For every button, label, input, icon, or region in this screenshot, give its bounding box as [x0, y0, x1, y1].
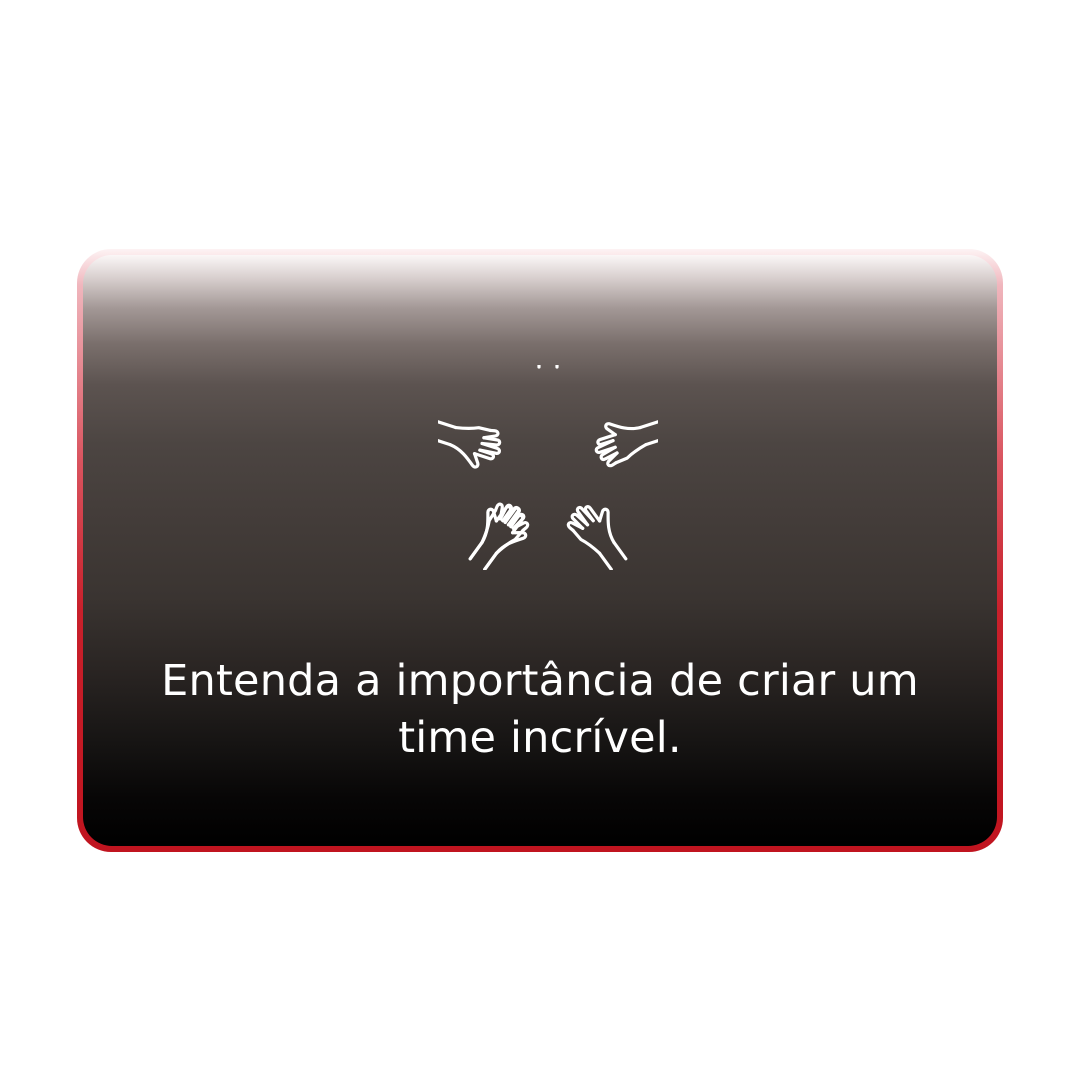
headline: Entenda a importância de criar um time i…	[123, 653, 957, 767]
card-frame: Entenda a importância de criar um time i…	[77, 249, 1003, 852]
headline-line-2: time incrível.	[398, 713, 682, 763]
team-hands-icon	[438, 365, 658, 570]
page-canvas: Entenda a importância de criar um time i…	[0, 0, 1080, 1080]
headline-line-1: Entenda a importância de criar um	[161, 656, 919, 706]
info-card: Entenda a importância de criar um time i…	[83, 255, 997, 846]
